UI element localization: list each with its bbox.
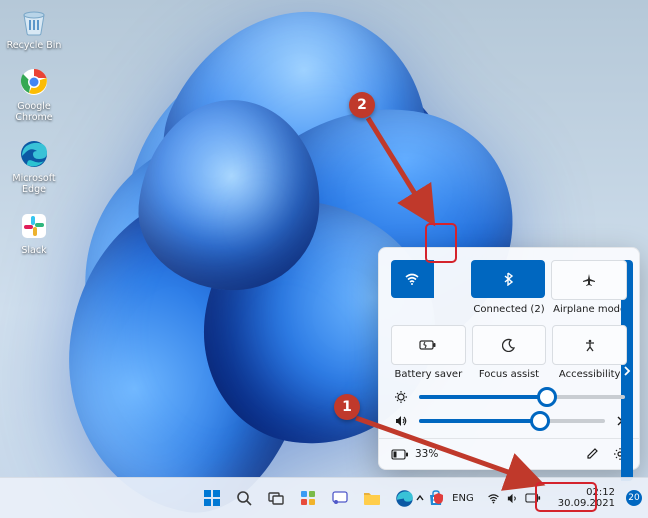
- airplane-icon: [581, 272, 597, 288]
- notification-count: 20: [628, 493, 639, 503]
- bluetooth-icon: [501, 272, 515, 286]
- taskbar: ENG 02:12 30.09.2021 20: [0, 477, 648, 518]
- desktop-icon-chrome[interactable]: Google Chrome: [6, 65, 62, 123]
- desktop: Recycle Bin Google Chrome Microsoft Edge…: [0, 0, 648, 518]
- tile-label: Accessibility: [552, 369, 627, 380]
- chat-button[interactable]: [327, 485, 353, 511]
- annotation-step-2: 2: [349, 92, 375, 118]
- system-tray: ENG 02:12 30.09.2021 20: [415, 487, 642, 509]
- focus-assist-tile[interactable]: [472, 325, 547, 365]
- bluetooth-tile[interactable]: [471, 260, 545, 298]
- start-button[interactable]: [199, 485, 225, 511]
- pencil-icon: [586, 447, 599, 460]
- volume-icon: [393, 414, 409, 428]
- quick-settings-panel: Connected (2) Airplane mode Battery save…: [378, 247, 640, 470]
- recycle-bin-icon: [17, 4, 51, 38]
- brightness-slider-row: [393, 390, 625, 404]
- tray-overflow-button[interactable]: [415, 493, 425, 503]
- volume-slider[interactable]: [419, 419, 605, 423]
- quick-settings-labels-2: Battery saver Focus assist Accessibility: [391, 369, 627, 380]
- clock-date: 30.09.2021: [558, 498, 615, 509]
- task-view-button[interactable]: [263, 485, 289, 511]
- tile-label: Battery saver: [391, 369, 466, 380]
- brightness-icon: [393, 390, 409, 404]
- windows-icon: [203, 489, 221, 507]
- chevron-right-icon: [621, 365, 633, 377]
- language-indicator[interactable]: ENG: [452, 493, 474, 504]
- battery-icon: [525, 493, 541, 503]
- wifi-tile: [391, 260, 465, 300]
- desktop-icon-slack[interactable]: Slack: [6, 209, 62, 256]
- taskbar-right: ENG 02:12 30.09.2021 20: [415, 478, 642, 518]
- widgets-icon: [299, 489, 317, 507]
- quick-settings-row-2: [391, 325, 627, 365]
- quick-settings-row-1: [391, 260, 627, 300]
- network-sound-battery-button[interactable]: [481, 489, 547, 508]
- tile-label: Connected (2): [472, 304, 547, 315]
- brightness-slider[interactable]: [419, 395, 625, 399]
- edit-quick-settings-button[interactable]: [586, 447, 599, 461]
- battery-percent-text: 33%: [415, 448, 438, 460]
- volume-slider-row: [393, 414, 625, 428]
- tile-label: Airplane mode: [552, 304, 627, 315]
- battery-saver-icon: [419, 339, 437, 351]
- desktop-icon-label: Microsoft Edge: [6, 173, 62, 195]
- chrome-icon: [17, 65, 51, 99]
- folder-icon: [362, 489, 382, 507]
- tray-security-icon[interactable]: [432, 492, 445, 505]
- chat-icon: [331, 489, 349, 507]
- notification-badge[interactable]: 20: [626, 490, 642, 506]
- separator: [379, 438, 639, 439]
- desktop-icons-column: Recycle Bin Google Chrome Microsoft Edge…: [6, 4, 62, 256]
- search-button[interactable]: [231, 485, 257, 511]
- task-view-icon: [267, 489, 285, 507]
- battery-icon: [391, 449, 409, 460]
- tile-label: Focus assist: [472, 369, 547, 380]
- clock-time: 02:12: [586, 487, 615, 498]
- edge-icon: [395, 489, 414, 508]
- quick-settings-footer: 33%: [391, 443, 627, 463]
- wifi-toggle[interactable]: [391, 260, 434, 298]
- chevron-up-icon: [415, 493, 425, 503]
- quick-settings-labels-1: Connected (2) Airplane mode: [391, 304, 627, 315]
- moon-icon: [502, 338, 516, 352]
- battery-status[interactable]: 33%: [391, 448, 438, 460]
- annotation-step-1: 1: [334, 394, 360, 420]
- edge-taskbar-button[interactable]: [391, 485, 417, 511]
- desktop-icon-label: Google Chrome: [6, 101, 62, 123]
- clock[interactable]: 02:12 30.09.2021: [558, 487, 615, 509]
- airplane-mode-tile[interactable]: [551, 260, 627, 300]
- wifi-icon: [404, 271, 420, 287]
- desktop-icon-label: Slack: [21, 245, 46, 256]
- volume-icon: [506, 492, 519, 505]
- accessibility-icon: [583, 338, 597, 352]
- taskbar-center: [199, 485, 449, 511]
- desktop-icon-recycle-bin[interactable]: Recycle Bin: [6, 4, 62, 51]
- search-icon: [236, 490, 253, 507]
- edge-icon: [17, 137, 51, 171]
- file-explorer-button[interactable]: [359, 485, 385, 511]
- wifi-icon: [487, 492, 500, 505]
- slack-icon: [17, 209, 51, 243]
- widgets-button[interactable]: [295, 485, 321, 511]
- desktop-icon-edge[interactable]: Microsoft Edge: [6, 137, 62, 195]
- desktop-icon-label: Recycle Bin: [7, 40, 62, 51]
- battery-saver-tile[interactable]: [391, 325, 466, 365]
- accessibility-tile[interactable]: [552, 325, 627, 365]
- shield-icon: [432, 492, 445, 505]
